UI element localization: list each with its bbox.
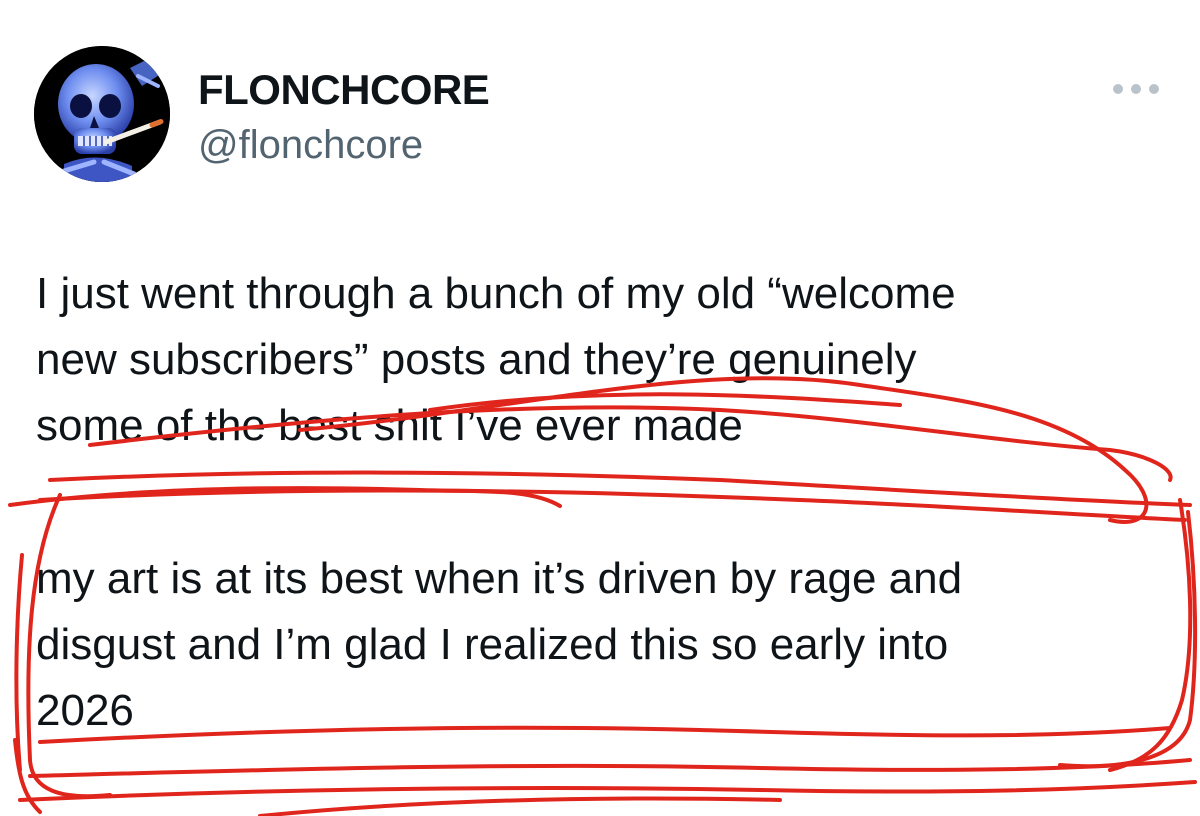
skeleton-smoking-avatar-icon	[34, 46, 170, 182]
tweet-line: 2026	[36, 686, 134, 735]
avatar[interactable]	[34, 46, 170, 182]
tweet-screenshot: FLONCHCORE @flonchcore I just went throu…	[0, 0, 1200, 816]
tweet-line: my art is at its best when it’s driven b…	[36, 554, 963, 603]
tweet-paragraph-2: my art is at its best when it’s driven b…	[36, 546, 1156, 744]
display-name[interactable]: FLONCHCORE	[198, 66, 490, 114]
tweet-line: disgust and I’m glad I realized this so …	[36, 620, 949, 669]
more-options-button[interactable]	[1110, 74, 1162, 104]
tweet-line: new subscribers” posts and they’re genui…	[36, 335, 917, 384]
user-handle[interactable]: @flonchcore	[198, 122, 423, 168]
tweet-paragraph-1: I just went through a bunch of my old “w…	[36, 261, 1156, 459]
tweet-line: some of the best shit I’ve ever made	[36, 401, 743, 450]
more-horizontal-icon	[1113, 84, 1159, 94]
tweet-line: I just went through a bunch of my old “w…	[36, 269, 956, 318]
